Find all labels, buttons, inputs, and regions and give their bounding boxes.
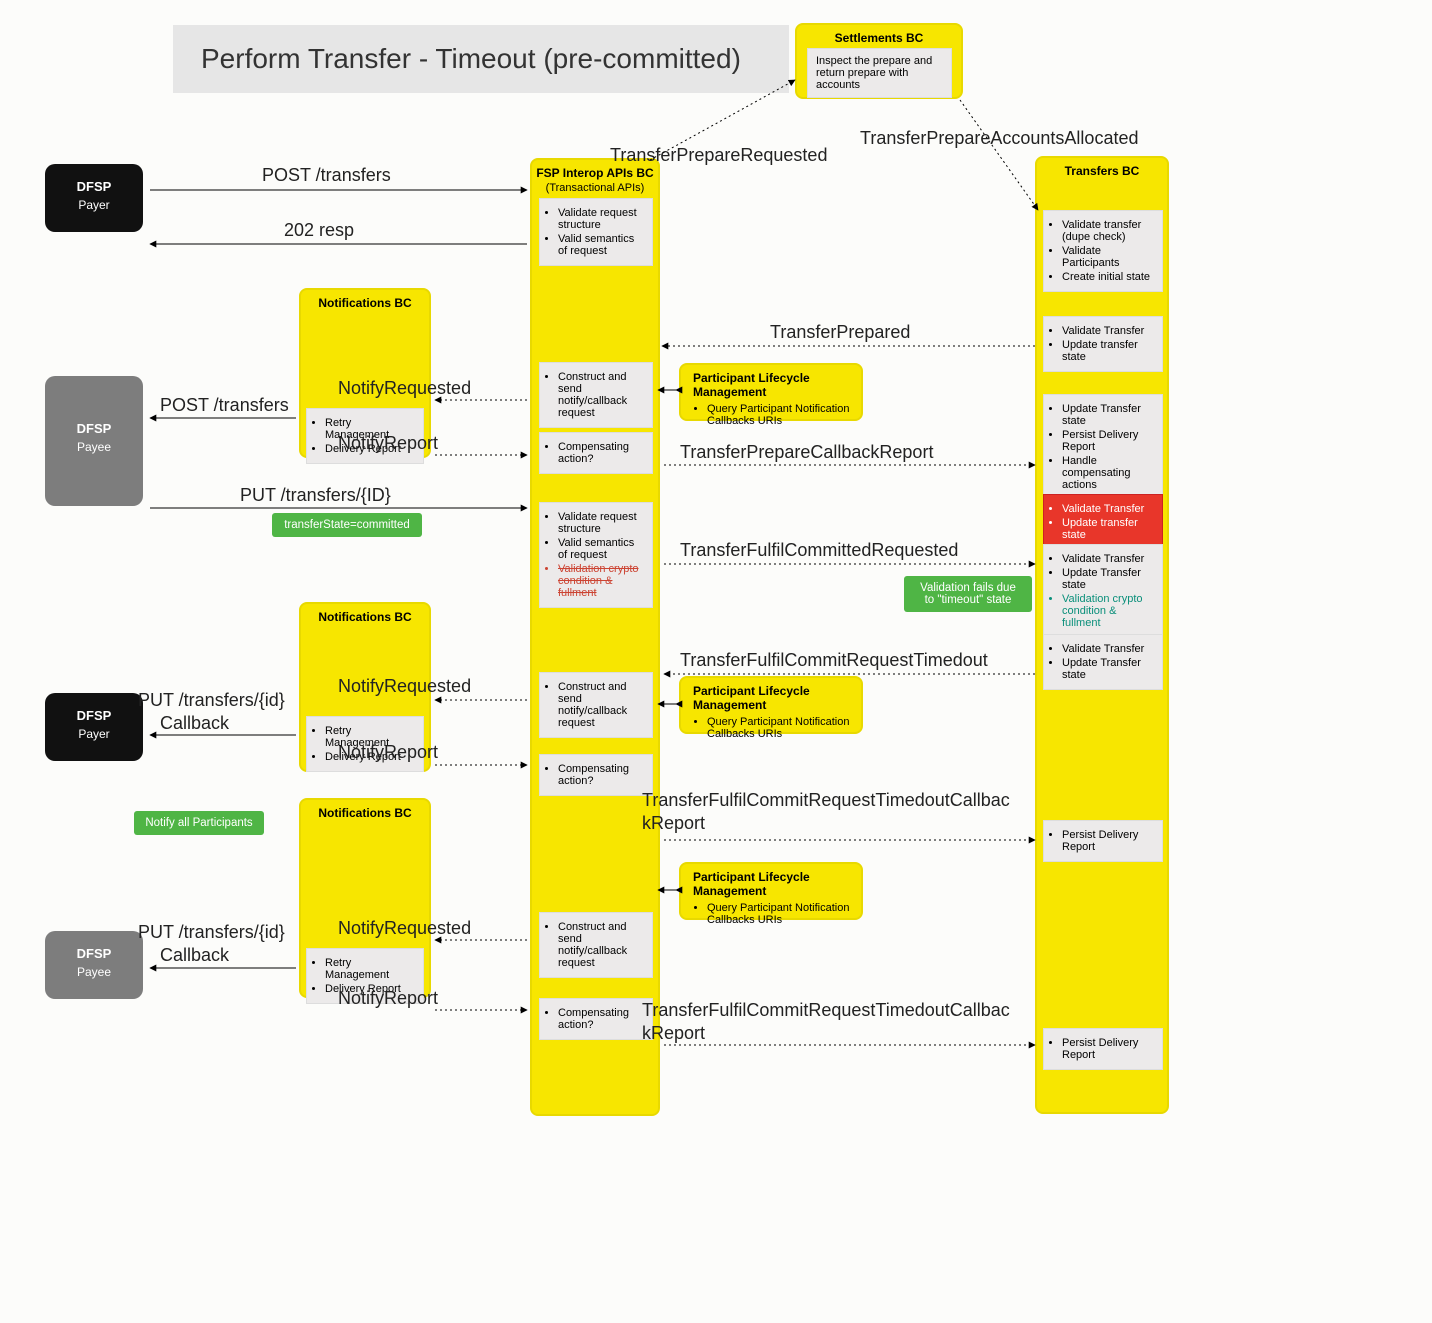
green-committed: transferState=committed [272,513,422,537]
transfers-b1: Validate transfer (dupe check)Validate P… [1043,210,1163,292]
dfsp-role: Payer [78,198,109,212]
fsp-construct-3: Construct and send notify/callback reque… [539,912,653,978]
label-tprepared: TransferPrepared [770,322,910,343]
plm-1: Participant Lifecycle Management Query P… [679,363,863,421]
label-notifyrep-1: NotifyReport [338,433,438,454]
label-tpreq: TransferPrepareRequested [610,145,827,166]
label-tfc-timeout-cb2b: kReport [642,1023,705,1044]
dfsp-label: DFSP [77,708,112,723]
label-tfc-timeout-cb2a: TransferFulfilCommitRequestTimedoutCallb… [642,1000,1010,1021]
settlements-body-card: Inspect the prepare and return prepare w… [807,48,952,98]
label-tfc-timeout-cb1b: kReport [642,813,705,834]
transfers-persist-2: Persist Delivery Report [1043,1028,1163,1070]
label-notifyreq-2: NotifyRequested [338,676,471,697]
green-notify-all: Notify all Participants [134,811,264,835]
dfsp-label: DFSP [77,179,112,194]
dfsp-payer-top: DFSP Payer [45,164,143,232]
label-put-transfers-id-2a: PUT /transfers/{id} [138,690,285,711]
dfsp-label: DFSP [77,946,112,961]
label-post-transfers-1: POST /transfers [262,165,391,186]
green-timeout: Validation fails due to "timeout" state [904,576,1032,612]
fsp-comp-1: Compensating action? [539,432,653,474]
transfers-b3: Update Transfer statePersist Delivery Re… [1043,394,1163,500]
transfers-b4: Validate TransferUpdate Transfer stateVa… [1043,544,1163,638]
dfsp-role: Payer [78,727,109,741]
label-tpalloc: TransferPrepareAccountsAllocated [860,128,1138,149]
fsp-validate-1: Validate request structureValid semantic… [539,198,653,266]
label-tfc-timeout-cb1a: TransferFulfilCommitRequestTimedoutCallb… [642,790,1010,811]
label-callback-2: Callback [160,945,229,966]
label-put-transfers-id: PUT /transfers/{ID} [240,485,391,506]
label-notifyrep-2: NotifyReport [338,742,438,763]
label-202-resp: 202 resp [284,220,354,241]
dfsp-role: Payee [77,440,111,454]
dfsp-label: DFSP [77,421,112,436]
plm-2: Participant Lifecycle Management Query P… [679,676,863,734]
transfers-b2: Validate TransferUpdate transfer state [1043,316,1163,372]
fsp-subtitle: (Transactional APIs) [532,182,658,196]
label-notifyrep-3: NotifyReport [338,988,438,1009]
label-callback-1: Callback [160,713,229,734]
fsp-construct-2: Construct and send notify/callback reque… [539,672,653,738]
transfers-b5: Validate TransferUpdate Transfer state [1043,634,1163,690]
transfers-title: Transfers BC [1037,158,1167,180]
dfsp-payer-bottom: DFSP Payer [45,693,143,761]
label-tpcallback: TransferPrepareCallbackReport [680,442,933,463]
label-tfc-timeout: TransferFulfilCommitRequestTimedout [680,650,988,671]
settlements-title: Settlements BC [797,25,961,47]
plm-3: Participant Lifecycle Management Query P… [679,862,863,920]
transfers-b-red: Validate TransferUpdate transfer state [1043,494,1163,550]
dfsp-role: Payee [77,965,111,979]
fsp-validate-2: Validate request structureValid semantic… [539,502,653,608]
transfers-persist-1: Persist Delivery Report [1043,820,1163,862]
page-title: Perform Transfer - Timeout (pre-committe… [173,25,789,93]
label-post-transfers-2: POST /transfers [160,395,289,416]
settlements-body: Inspect the prepare and return prepare w… [816,55,932,91]
fsp-comp-2: Compensating action? [539,754,653,796]
label-notifyreq-1: NotifyRequested [338,378,471,399]
dfsp-payee-bottom: DFSP Payee [45,931,143,999]
fsp-construct-1: Construct and send notify/callback reque… [539,362,653,428]
label-notifyreq-3: NotifyRequested [338,918,471,939]
label-put-transfers-id-3a: PUT /transfers/{id} [138,922,285,943]
dfsp-payee-top: DFSP Payee [45,376,143,506]
label-tfcreq: TransferFulfilCommittedRequested [680,540,958,561]
fsp-comp-3: Compensating action? [539,998,653,1040]
